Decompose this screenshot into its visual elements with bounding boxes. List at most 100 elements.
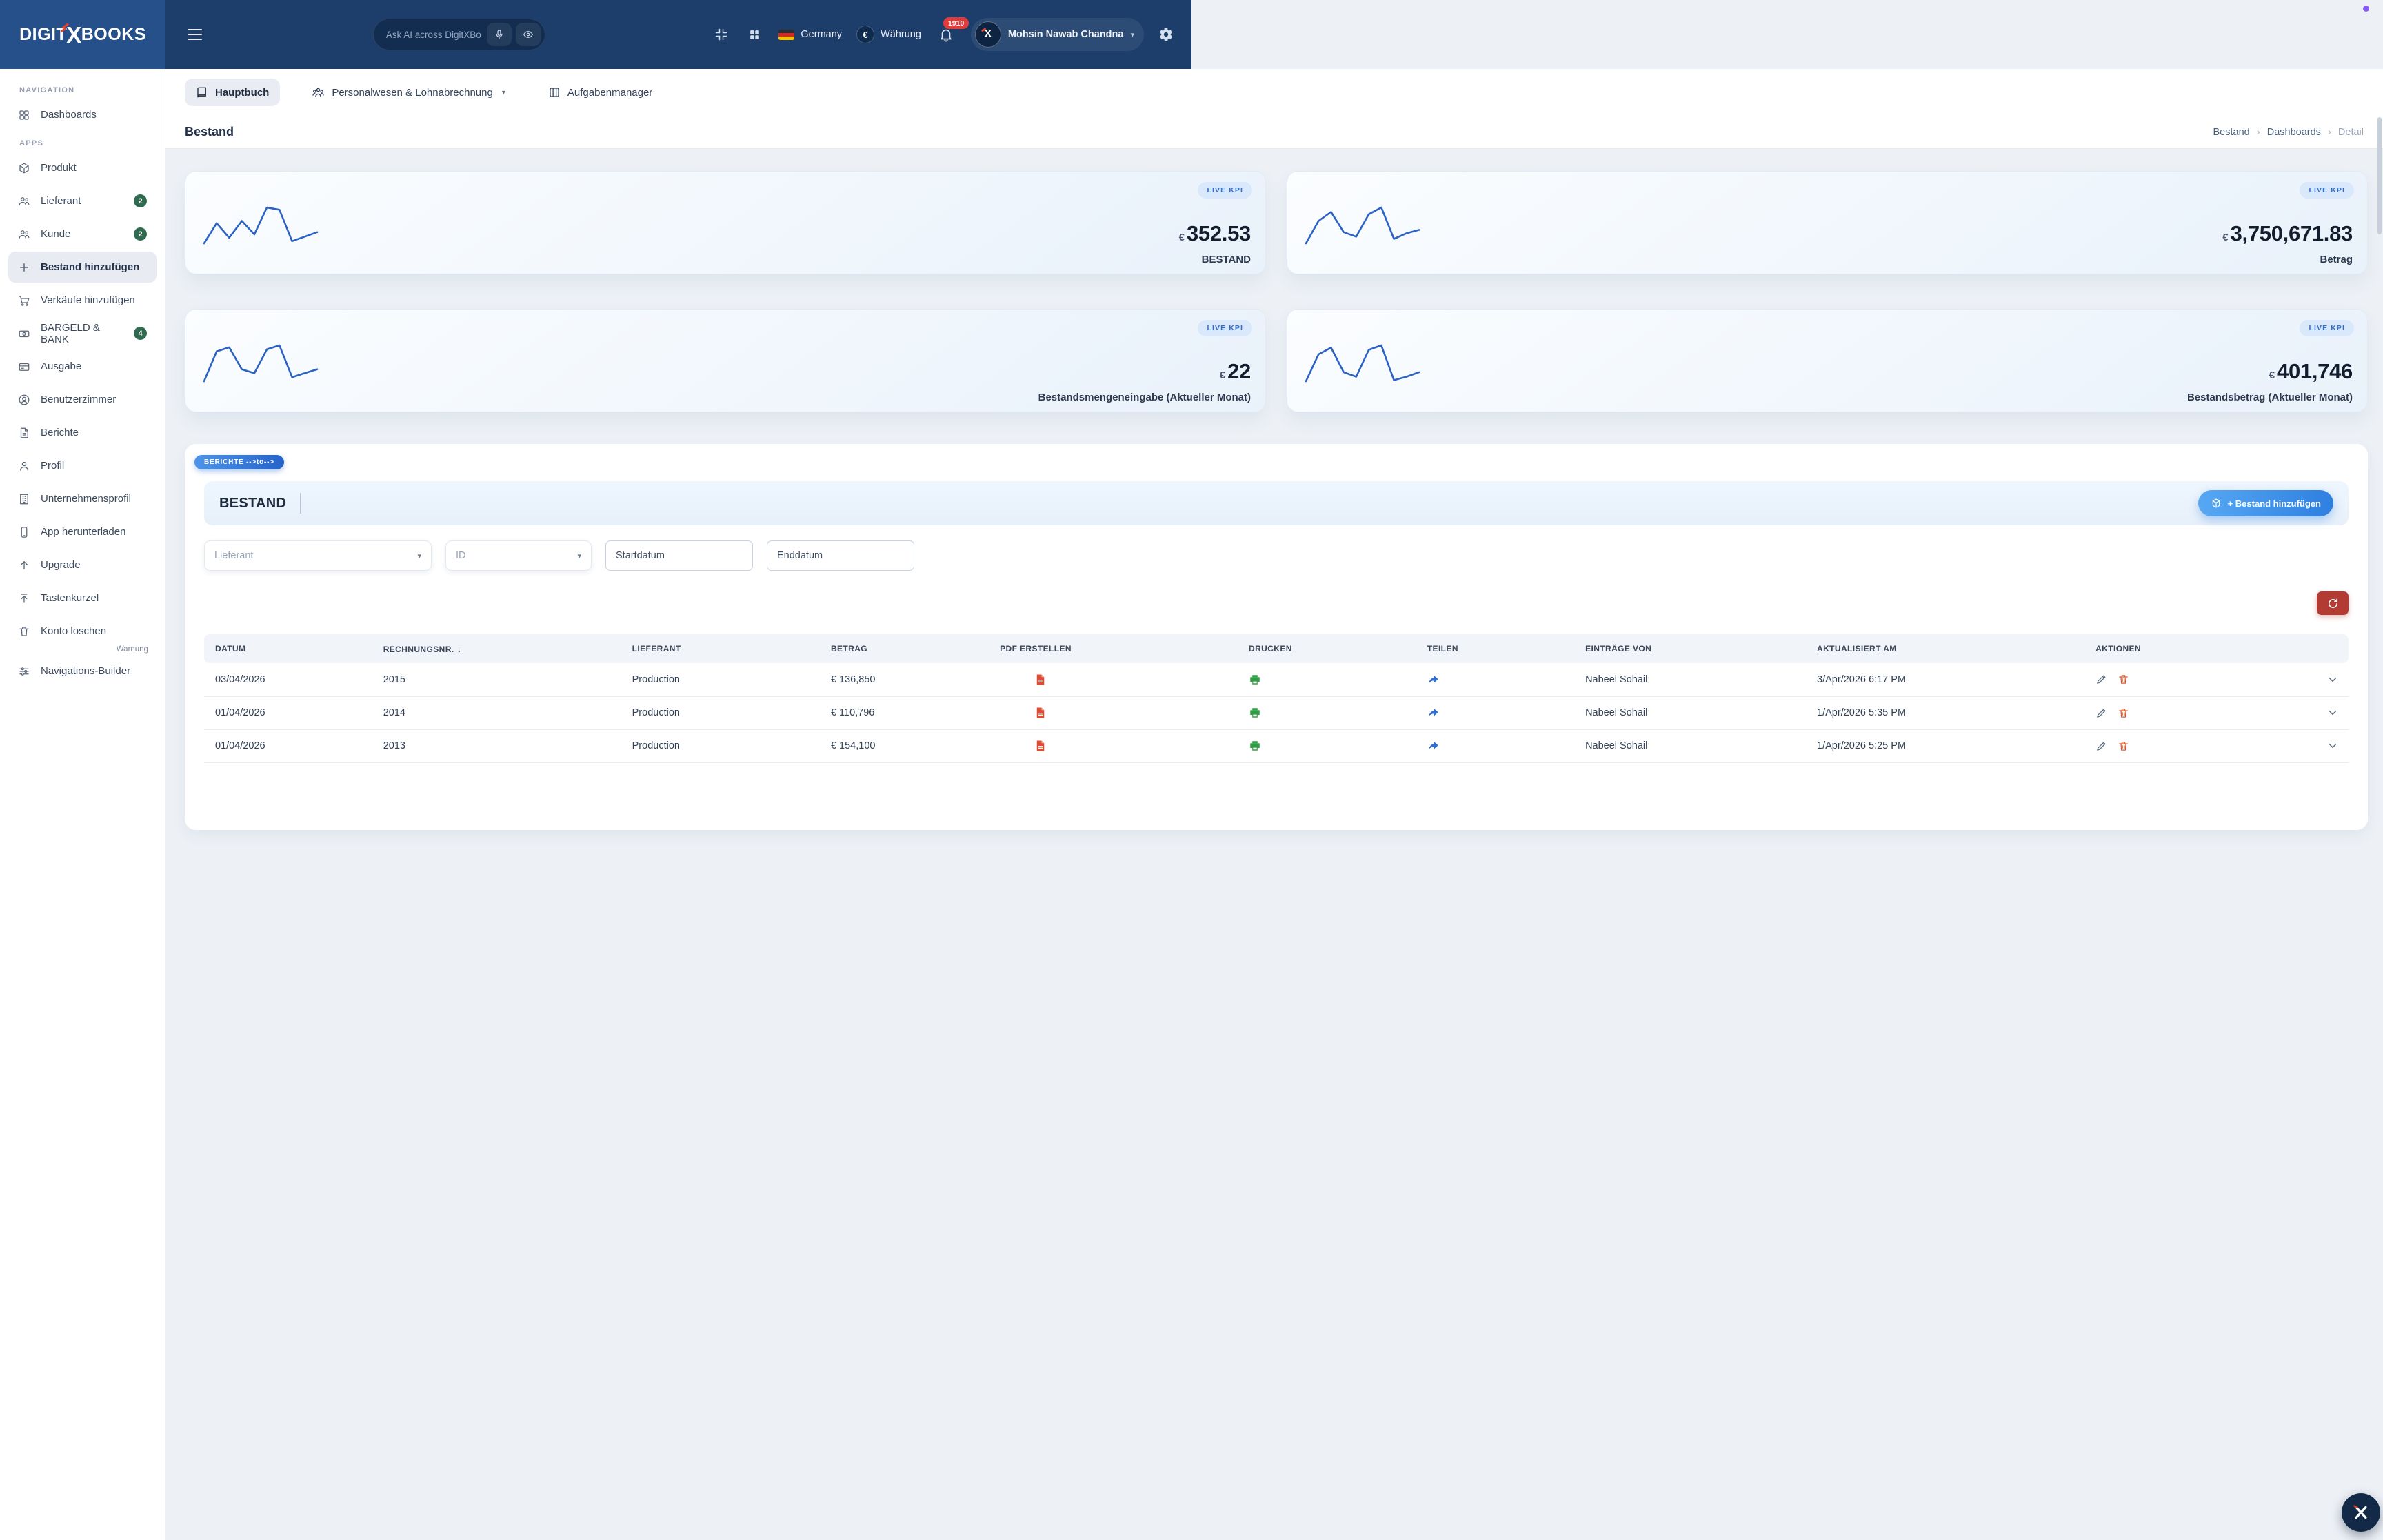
chevron-down-icon: ▾ — [502, 89, 505, 97]
sidebar-item-kunde[interactable]: Kunde 2 — [8, 219, 157, 250]
row-actions — [2095, 707, 2342, 719]
kpi-label: Bestandsmengeneingabe (Aktueller Monat) — [1038, 392, 1251, 403]
table-row[interactable]: 01/04/2026 2014 Production € 110,796 Nab… — [204, 696, 2349, 729]
sidebar-item-bargeld-bank[interactable]: BARGELD & BANK 4 — [8, 318, 157, 349]
sidebar-item-berichte[interactable]: Berichte — [8, 417, 157, 448]
col-aktualisiert-am[interactable]: AKTUALISIERT AM — [1810, 634, 2089, 663]
tab-aufgabenmanager[interactable]: Aufgabenmanager — [537, 79, 663, 106]
sidebar-item-label: Profil — [41, 460, 64, 472]
pdf-icon[interactable] — [1034, 740, 1047, 752]
table-row[interactable]: 01/04/2026 2013 Production € 154,100 Nab… — [204, 729, 2349, 762]
kpi-value: € 352.53 — [1179, 221, 1251, 246]
table-row[interactable]: 03/04/2026 2015 Production € 136,850 Nab… — [204, 663, 2349, 696]
edit-icon[interactable] — [2095, 707, 2107, 719]
sidebar-item-label: App herunterladen — [41, 526, 125, 538]
count-badge: 4 — [134, 327, 147, 340]
share-icon[interactable] — [1427, 740, 1440, 752]
sort-descending-icon[interactable]: ↓ — [457, 644, 462, 654]
sidebar-item-profil[interactable]: Profil — [8, 450, 157, 481]
settings-button[interactable] — [1158, 27, 1174, 42]
delete-icon[interactable] — [2118, 707, 2129, 719]
col-eintraege-von[interactable]: EINTRÄGE VON — [1578, 634, 1810, 663]
print-icon[interactable] — [1249, 740, 1261, 752]
topbar-main: Germany € Währung 1910 X Mohsin Nawab Ch… — [165, 0, 1192, 69]
sidebar-item-dashboards[interactable]: Dashboards — [8, 99, 157, 130]
kpi-card-bestandsbetrag[interactable]: LIVE KPI € 401,746 Bestandsbetrag (Aktue… — [1287, 309, 2368, 412]
breadcrumb-link-dashboards[interactable]: Dashboards — [2267, 127, 2321, 138]
pdf-icon[interactable] — [1034, 707, 1047, 719]
print-icon[interactable] — [1249, 673, 1261, 686]
id-filter-select[interactable]: ID ▾ — [445, 540, 592, 571]
sidebar-item-app-herunterladen[interactable]: App herunterladen — [8, 516, 157, 547]
sidebar: NAVIGATION Dashboards APPS Produkt Liefe… — [0, 69, 165, 1540]
kpi-value: € 3,750,671.83 — [2222, 221, 2353, 246]
cell-eintraege-von: Nabeel Sohail — [1578, 696, 1810, 729]
scrollbar-thumb[interactable] — [2377, 117, 2382, 234]
sidebar-item-benutzerzimmer[interactable]: Benutzerzimmer — [8, 384, 157, 415]
expand-row-chevron-icon[interactable] — [2326, 673, 2342, 686]
cell-aktualisiert-am: 3/Apr/2026 6:17 PM — [1810, 663, 2089, 696]
cart-icon — [18, 294, 30, 307]
sidebar-item-tastenkurzel[interactable]: Tastenkurzel — [8, 582, 157, 614]
cell-datum: 01/04/2026 — [204, 729, 376, 762]
notification-badge: 1910 — [943, 17, 969, 29]
topbar: DIGITXBOOKS German — [0, 0, 1192, 69]
kpi-card-bestand[interactable]: LIVE KPI € 352.53 BESTAND — [185, 171, 1266, 274]
tab-hauptbuch[interactable]: Hauptbuch — [185, 79, 280, 106]
user-menu[interactable]: X Mohsin Nawab Chandna ▾ — [971, 18, 1144, 51]
delete-icon[interactable] — [2118, 673, 2129, 685]
lieferant-filter-select[interactable]: Lieferant ▾ — [204, 540, 432, 571]
sidebar-item-konto-loschen[interactable]: Konto loschen — [8, 616, 157, 647]
expand-row-chevron-icon[interactable] — [2326, 707, 2342, 719]
eye-icon[interactable] — [516, 23, 541, 46]
col-drucken: DRUCKEN — [1242, 634, 1420, 663]
edit-icon[interactable] — [2095, 740, 2107, 752]
sidebar-item-verkaeufe-hinzufuegen[interactable]: Verkäufe hinzufügen — [8, 285, 157, 316]
kpi-label: Bestandsbetrag (Aktueller Monat) — [2187, 392, 2353, 403]
enddatum-input[interactable] — [767, 540, 914, 571]
sidebar-item-produkt[interactable]: Produkt — [8, 152, 157, 183]
col-lieferant[interactable]: LIEFERANT — [625, 634, 824, 663]
sidebar-section-apps: APPS — [19, 139, 165, 148]
breadcrumb-link-bestand[interactable]: Bestand — [2213, 127, 2250, 138]
mic-icon[interactable] — [487, 23, 512, 46]
sidebar-item-unternehmensprofil[interactable]: Unternehmensprofil — [8, 483, 157, 514]
sidebar-item-lieferant[interactable]: Lieferant 2 — [8, 185, 157, 216]
count-badge: 2 — [134, 194, 147, 207]
currency-icon: € — [856, 26, 874, 43]
sidebar-item-upgrade[interactable]: Upgrade — [8, 549, 157, 580]
apps-grid-icon[interactable] — [745, 26, 764, 44]
add-bestand-button[interactable]: + Bestand hinzufügen — [2198, 490, 2333, 516]
expand-row-chevron-icon[interactable] — [2326, 740, 2342, 752]
kpi-card-bestandsmenge[interactable]: LIVE KPI € 22 Bestandsmengeneingabe (Akt… — [185, 309, 1266, 412]
delete-icon[interactable] — [2118, 740, 2129, 752]
kpi-card-betrag[interactable]: LIVE KPI € 3,750,671.83 Betrag — [1287, 171, 2368, 274]
sidebar-item-navigations-builder[interactable]: Navigations-Builder — [8, 656, 157, 687]
country-selector[interactable]: Germany — [778, 29, 842, 40]
pdf-icon[interactable] — [1034, 673, 1047, 686]
minimize-icon[interactable] — [712, 25, 731, 44]
col-teilen: TEILEN — [1420, 634, 1578, 663]
sidebar-item-ausgabe[interactable]: Ausgabe — [8, 351, 157, 382]
col-rechnungsnr[interactable]: RECHNUNGSNR.↓ — [376, 634, 625, 663]
sidebar-item-bestand-hinzufuegen[interactable]: Bestand hinzufügen — [8, 252, 157, 283]
sidebar-item-label: Upgrade — [41, 559, 81, 571]
euro-symbol: € — [2222, 232, 2228, 243]
ai-search-input[interactable] — [386, 30, 483, 40]
col-datum[interactable]: DATUM — [204, 634, 376, 663]
edit-icon[interactable] — [2095, 673, 2107, 685]
currency-selector[interactable]: € Währung — [856, 26, 921, 43]
share-icon[interactable] — [1427, 673, 1440, 686]
print-icon[interactable] — [1249, 707, 1261, 719]
package-icon — [18, 162, 30, 174]
app-logo[interactable]: DIGITXBOOKS — [0, 0, 165, 69]
col-betrag[interactable]: BETRAG — [824, 634, 993, 663]
support-fab-button[interactable] — [2342, 1493, 2380, 1532]
startdatum-input[interactable] — [605, 540, 753, 571]
tab-personalwesen[interactable]: Personalwesen & Lohnabrechnung ▾ — [301, 79, 516, 107]
refresh-button[interactable] — [2317, 591, 2349, 615]
menu-toggle-button[interactable] — [183, 25, 206, 45]
notifications-button[interactable]: 1910 — [936, 24, 956, 45]
recording-indicator-dot — [2363, 6, 2369, 12]
share-icon[interactable] — [1427, 707, 1440, 719]
